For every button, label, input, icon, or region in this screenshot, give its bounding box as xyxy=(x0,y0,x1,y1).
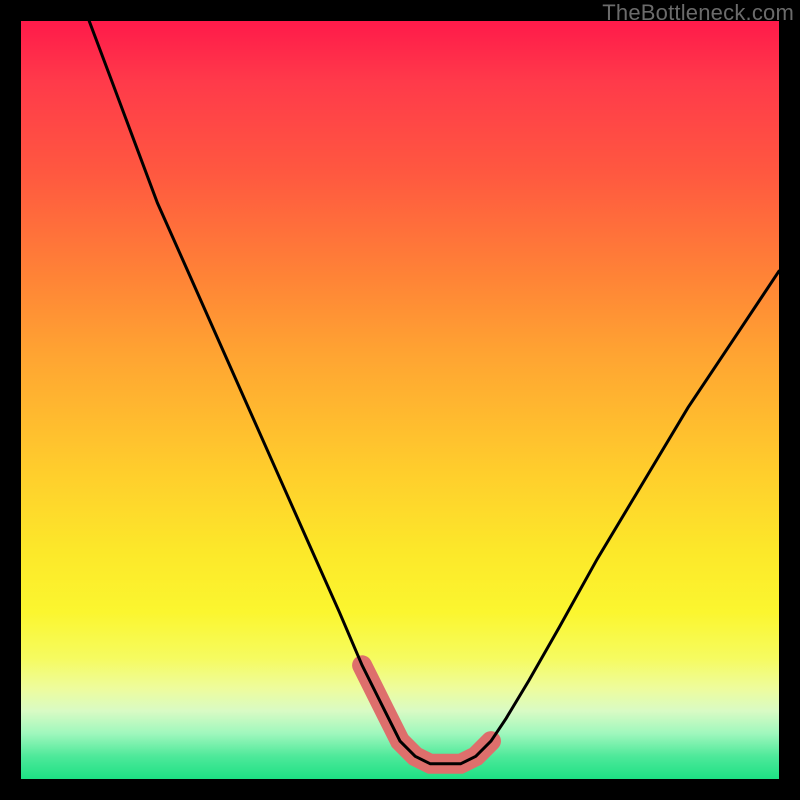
curve-layer xyxy=(21,21,779,779)
chart-frame: TheBottleneck.com xyxy=(0,0,800,800)
plot-area xyxy=(21,21,779,779)
curve-path xyxy=(89,21,779,764)
watermark-text: TheBottleneck.com xyxy=(602,0,794,26)
highlight-band xyxy=(362,665,491,764)
